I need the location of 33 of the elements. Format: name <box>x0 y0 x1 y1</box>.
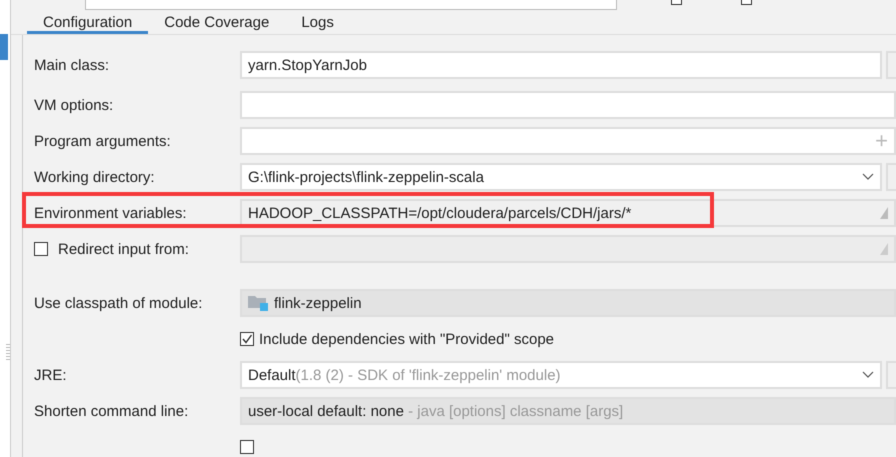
chevron-icon <box>862 173 874 181</box>
checkbox[interactable] <box>240 332 254 346</box>
text-field[interactable]: yarn.StopYarnJob <box>240 51 882 79</box>
field-label: Use classpath of module: <box>34 294 202 312</box>
dropdown[interactable]: Default(1.8 (2) - SDK of 'flink-zeppelin' module) <box>240 361 882 389</box>
edit-icon[interactable] <box>880 206 888 220</box>
dropdown[interactable]: flink-zeppelin <box>240 289 896 317</box>
dropdown[interactable]: G:\flink-projects\flink-zeppelin-scala <box>240 163 882 191</box>
field-label: Main class: <box>34 56 110 74</box>
field-label: Working directory: <box>34 168 155 186</box>
tab[interactable]: Configuration <box>27 10 148 34</box>
field-label: VM options: <box>34 96 114 114</box>
text-field[interactable]: HADOOP_CLASSPATH=/opt/cloudera/parcels/CDH/jars/* <box>240 199 896 227</box>
tab[interactable]: Logs <box>285 10 350 34</box>
dropdown[interactable]: user-local default: none - java [options] classname [args] <box>240 397 896 425</box>
checkbox[interactable] <box>34 242 48 256</box>
field-label: Environment variables: <box>34 204 187 222</box>
text-field[interactable] <box>240 91 896 119</box>
edit-icon <box>880 242 888 256</box>
splitter-handle[interactable] <box>6 344 10 360</box>
name-field[interactable] <box>85 0 617 10</box>
chevron-icon <box>862 371 874 379</box>
checkbox-label: Include dependencies with "Provided" scope <box>259 330 554 348</box>
checkbox[interactable] <box>240 440 254 454</box>
checkbox[interactable] <box>671 0 682 5</box>
field-label: Shorten command line: <box>34 402 188 420</box>
tab[interactable]: Code Coverage <box>148 10 286 34</box>
sidebar-selection[interactable] <box>0 34 8 60</box>
field-label: JRE: <box>34 366 67 384</box>
checkbox[interactable] <box>741 0 752 5</box>
folder-icon <box>248 295 268 311</box>
field-label: Redirect input from: <box>58 240 189 258</box>
field-label: Program arguments: <box>34 132 171 150</box>
